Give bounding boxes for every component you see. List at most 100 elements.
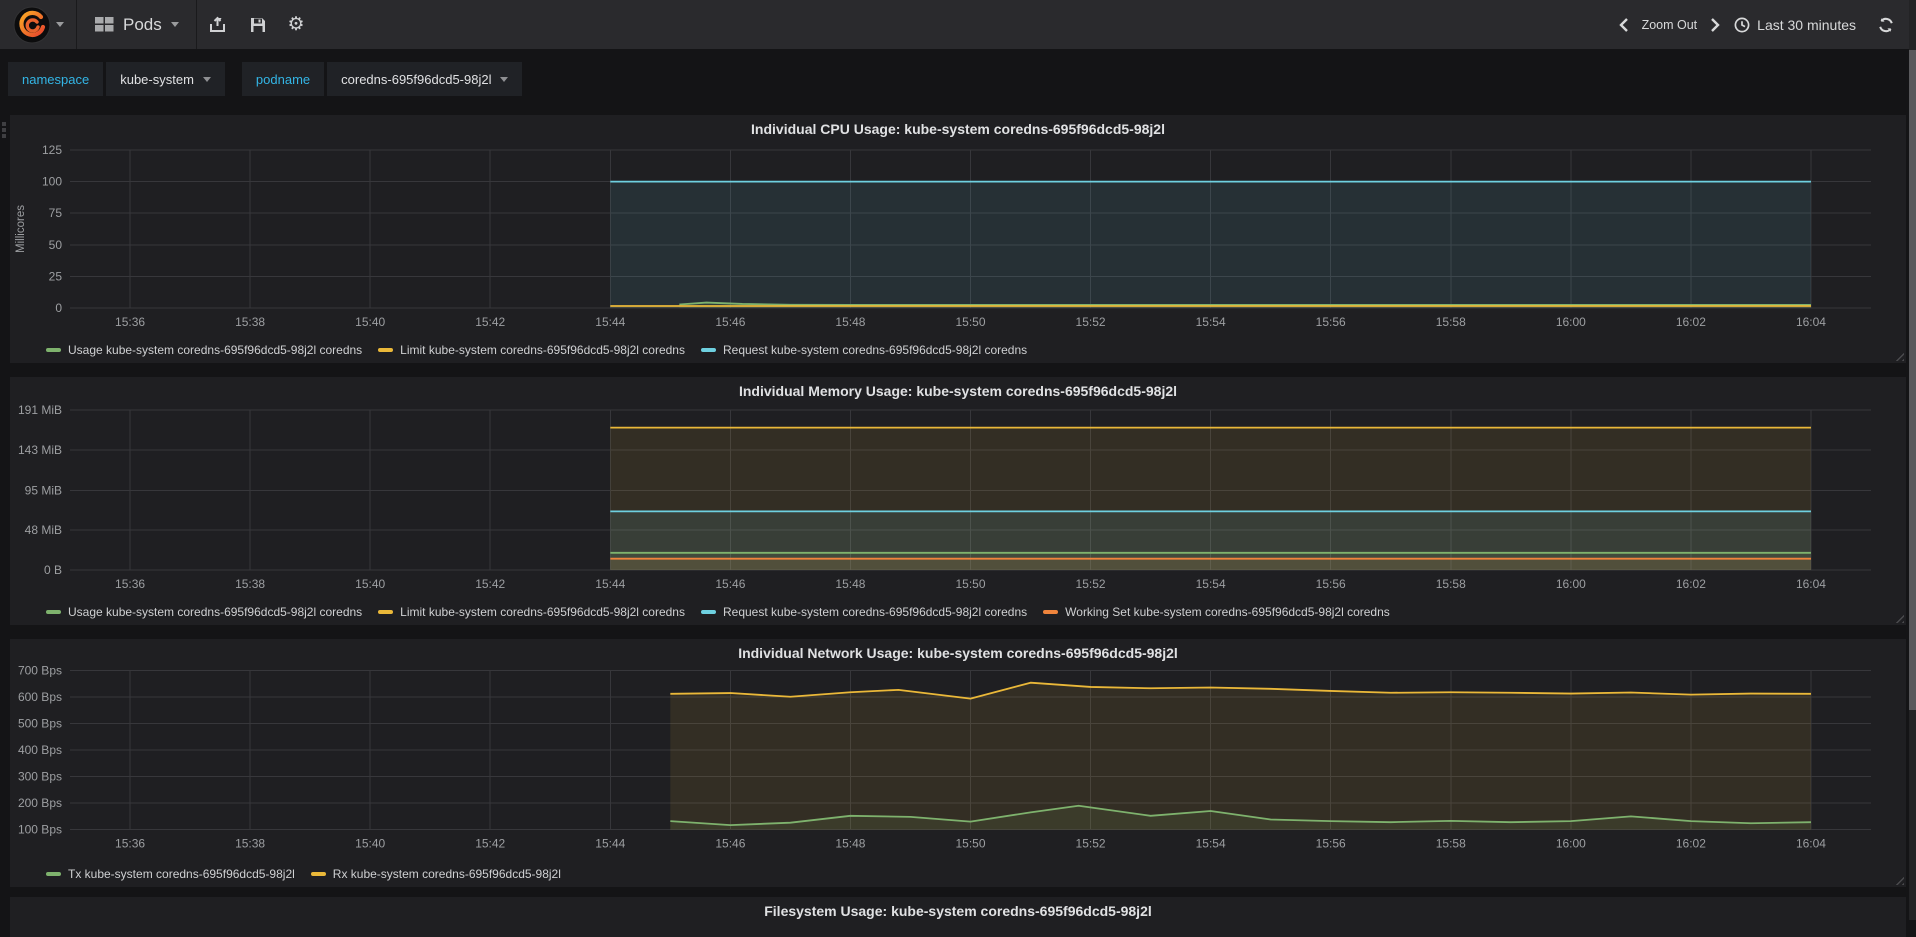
svg-text:100 Bps: 100 Bps xyxy=(18,823,62,837)
svg-text:15:46: 15:46 xyxy=(715,837,745,851)
svg-text:15:46: 15:46 xyxy=(715,577,745,591)
variable-value-text: kube-system xyxy=(120,71,194,87)
svg-text:15:38: 15:38 xyxy=(235,577,265,591)
legend-series-label: Limit kube-system coredns-695f96dcd5-98j… xyxy=(400,343,685,357)
svg-text:15:48: 15:48 xyxy=(835,837,865,851)
row-drag-handle[interactable] xyxy=(2,122,7,138)
svg-text:500 Bps: 500 Bps xyxy=(18,717,62,731)
panel-title-cpu[interactable]: Individual CPU Usage: kube-system coredn… xyxy=(10,115,1906,141)
cpu-chart-legend: Usage kube-system coredns-695f96dcd5-98j… xyxy=(46,343,1027,357)
svg-text:95 MiB: 95 MiB xyxy=(25,483,62,497)
svg-text:15:42: 15:42 xyxy=(475,577,505,591)
svg-text:15:50: 15:50 xyxy=(955,577,985,591)
legend-item[interactable]: Request kube-system coredns-695f96dcd5-9… xyxy=(700,605,1028,619)
share-button[interactable] xyxy=(198,0,238,49)
zoom-out-button[interactable]: Zoom Out xyxy=(1642,18,1698,32)
svg-text:15:58: 15:58 xyxy=(1436,577,1466,591)
chevron-right-icon xyxy=(1711,17,1720,32)
grafana-logo-menu-button[interactable] xyxy=(0,0,76,49)
variable-value-podname-dropdown[interactable]: coredns-695f96dcd5-98j2l xyxy=(327,62,523,96)
legend-item[interactable]: Tx kube-system coredns-695f96dcd5-98j2l xyxy=(46,867,295,881)
legend-item[interactable]: Usage kube-system coredns-695f96dcd5-98j… xyxy=(46,343,362,357)
svg-text:15:38: 15:38 xyxy=(235,315,265,329)
cpu-usage-chart[interactable]: 15:36 15:38 15:40 15:42 15:44 15:46 15:48 15:50… xyxy=(10,140,1906,340)
legend-series-dash xyxy=(1043,610,1059,614)
variable-label-namespace: namespace xyxy=(8,62,104,96)
svg-text:16:02: 16:02 xyxy=(1676,577,1706,591)
svg-text:15:40: 15:40 xyxy=(355,577,385,591)
legend-item[interactable]: Rx kube-system coredns-695f96dcd5-98j2l xyxy=(310,867,561,881)
svg-text:16:00: 16:00 xyxy=(1556,837,1586,851)
panel-filesystem-usage: Filesystem Usage: kube-system coredns-69… xyxy=(10,897,1906,937)
svg-text:15:50: 15:50 xyxy=(955,837,985,851)
clock-icon xyxy=(1734,17,1750,32)
svg-text:700 Bps: 700 Bps xyxy=(18,664,62,678)
svg-text:15:44: 15:44 xyxy=(595,315,625,329)
svg-text:16:04: 16:04 xyxy=(1796,315,1826,329)
panel-network-usage: Individual Network Usage: kube-system co… xyxy=(10,639,1906,887)
legend-series-label: Rx kube-system coredns-695f96dcd5-98j2l xyxy=(332,867,561,881)
variable-value-text: coredns-695f96dcd5-98j2l xyxy=(341,71,492,87)
refresh-button[interactable] xyxy=(1878,17,1894,33)
variable-value-namespace-dropdown[interactable]: kube-system xyxy=(106,62,225,96)
legend-series-dash xyxy=(46,872,61,876)
svg-text:200 Bps: 200 Bps xyxy=(18,796,62,810)
navbar: Pods ⚙ Zoom Out Last 30 minutes xyxy=(0,0,1916,49)
legend-item[interactable]: Usage kube-system coredns-695f96dcd5-98j… xyxy=(46,605,362,619)
svg-text:75: 75 xyxy=(49,206,63,220)
svg-text:15:36: 15:36 xyxy=(115,315,145,329)
legend-item[interactable]: Request kube-system coredns-695f96dcd5-9… xyxy=(700,343,1027,357)
legend-item[interactable]: Limit kube-system coredns-695f96dcd5-98j… xyxy=(378,605,685,619)
svg-text:50: 50 xyxy=(49,238,63,252)
svg-text:15:56: 15:56 xyxy=(1316,315,1346,329)
svg-text:15:54: 15:54 xyxy=(1196,577,1226,591)
save-floppy-icon xyxy=(251,17,265,32)
svg-text:16:00: 16:00 xyxy=(1556,577,1586,591)
panel-title-filesystem[interactable]: Filesystem Usage: kube-system coredns-69… xyxy=(10,897,1906,923)
svg-text:15:46: 15:46 xyxy=(715,315,745,329)
svg-text:15:40: 15:40 xyxy=(355,315,385,329)
svg-text:15:36: 15:36 xyxy=(115,577,145,591)
svg-text:600 Bps: 600 Bps xyxy=(18,690,62,704)
save-button[interactable] xyxy=(238,0,278,49)
legend-series-dash xyxy=(378,348,394,352)
svg-text:25: 25 xyxy=(49,269,63,283)
memory-usage-chart[interactable]: 15:36 15:38 15:40 15:42 15:44 15:46 15:48 15:50… xyxy=(10,400,1906,600)
settings-button[interactable]: ⚙ xyxy=(276,0,316,49)
scrollbar-track xyxy=(1909,0,1916,920)
svg-text:Millicores: Millicores xyxy=(15,205,27,253)
scrollbar-thumb[interactable] xyxy=(1909,50,1916,710)
network-chart-legend: Tx kube-system coredns-695f96dcd5-98j2l R… xyxy=(46,867,561,881)
svg-text:15:42: 15:42 xyxy=(475,837,505,851)
panel-resize-handle[interactable] xyxy=(1892,349,1904,361)
legend-series-label: Tx kube-system coredns-695f96dcd5-98j2l xyxy=(68,867,295,881)
share-icon xyxy=(210,16,225,32)
legend-item[interactable]: Working Set kube-system coredns-695f96dc… xyxy=(1043,605,1390,619)
legend-series-dash xyxy=(310,872,326,876)
variable-caret-down-icon xyxy=(500,76,509,82)
svg-text:300 Bps: 300 Bps xyxy=(18,770,62,784)
svg-text:15:44: 15:44 xyxy=(595,577,625,591)
legend-series-dash xyxy=(46,610,61,614)
svg-text:16:02: 16:02 xyxy=(1676,837,1706,851)
dashboard-picker-button[interactable]: Pods xyxy=(77,0,196,49)
panel-resize-handle[interactable] xyxy=(1892,611,1904,623)
svg-text:15:54: 15:54 xyxy=(1196,837,1226,851)
legend-item[interactable]: Limit kube-system coredns-695f96dcd5-98j… xyxy=(378,343,685,357)
time-range-picker-button[interactable]: Last 30 minutes xyxy=(1734,17,1856,33)
network-usage-chart[interactable]: 15:36 15:38 15:40 15:42 15:44 15:46 15:48 15:50… xyxy=(10,660,1906,860)
variable-caret-down-icon xyxy=(202,76,211,82)
svg-text:400 Bps: 400 Bps xyxy=(18,743,62,757)
gear-icon: ⚙ xyxy=(287,14,305,35)
svg-text:15:54: 15:54 xyxy=(1196,315,1226,329)
legend-series-label: Request kube-system coredns-695f96dcd5-9… xyxy=(722,605,1028,619)
variable-label-podname: podname xyxy=(241,62,325,96)
svg-text:15:52: 15:52 xyxy=(1076,577,1106,591)
svg-text:16:04: 16:04 xyxy=(1796,837,1826,851)
svg-text:15:38: 15:38 xyxy=(235,837,265,851)
dashboard-grid-icon xyxy=(95,17,114,32)
time-shift-left-button[interactable] xyxy=(1618,17,1628,32)
svg-text:100: 100 xyxy=(42,175,62,189)
time-shift-right-button[interactable] xyxy=(1711,17,1720,32)
panel-resize-handle[interactable] xyxy=(1892,873,1904,885)
